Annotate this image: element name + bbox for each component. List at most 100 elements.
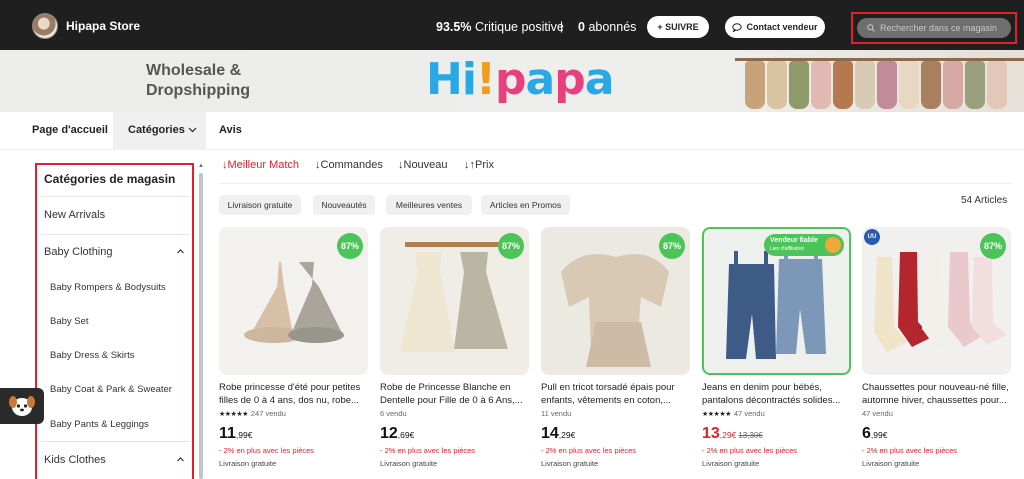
sidebar-item-baby-pants[interactable]: Baby Pants & Leggings bbox=[50, 419, 149, 430]
tab-home[interactable]: Page d'accueil bbox=[32, 124, 108, 136]
old-price: 13,30€ bbox=[738, 431, 763, 440]
banner-line-1: Wholesale & bbox=[146, 62, 242, 79]
product-title[interactable]: Robe princesse d'été pour petites filles… bbox=[219, 381, 368, 407]
sidebar-item-baby-clothing[interactable]: Baby Clothing bbox=[44, 246, 113, 258]
coin-promo: - 2% en plus avec les pièces bbox=[862, 446, 958, 455]
store-categories-sidebar: Catégories de magasin New Arrivals Baby … bbox=[35, 163, 194, 479]
filter-best-sellers[interactable]: Meilleures ventes bbox=[386, 195, 472, 215]
sold-count: 11 vendu bbox=[541, 409, 572, 418]
followers-count: 0 bbox=[578, 20, 585, 34]
rating-value: 93.5% bbox=[436, 20, 472, 34]
banner-line-2: Dropshipping bbox=[146, 82, 250, 99]
filter-promos[interactable]: Articles en Promos bbox=[481, 195, 570, 215]
product-card[interactable]: 87% Pull en tricot torsadé épais pour en… bbox=[541, 227, 690, 468]
sort-best-match[interactable]: ↓Meilleur Match bbox=[222, 159, 299, 171]
sort-orders[interactable]: ↓Commandes bbox=[315, 159, 383, 171]
follow-button[interactable]: + SUIVRE bbox=[647, 16, 709, 38]
product-price: 12,69€ bbox=[380, 425, 529, 443]
coin-promo: - 2% en plus avec les pièces bbox=[219, 446, 315, 455]
store-banner[interactable]: Wholesale & Dropshipping Hi!papa bbox=[0, 50, 1024, 112]
rating-stars: ★★★★★ bbox=[702, 410, 731, 418]
search-highlight bbox=[851, 12, 1017, 44]
sidebar-item-kids-clothes[interactable]: Kids Clothes bbox=[44, 454, 106, 466]
product-title[interactable]: Jeans en denim pour bébés, pantalons déc… bbox=[702, 381, 851, 407]
contact-seller-button[interactable]: Contact vendeur bbox=[725, 16, 825, 38]
price-dec: ,29€ bbox=[719, 430, 737, 440]
sidebar-item-baby-coat[interactable]: Baby Coat & Park & Sweater bbox=[50, 384, 172, 395]
price-dec: ,69€ bbox=[397, 430, 415, 440]
sidebar-item-baby-dress[interactable]: Baby Dress & Skirts bbox=[50, 350, 134, 361]
sidebar-scrollbar[interactable]: ▲ bbox=[198, 163, 204, 479]
banner-tagline: Wholesale & Dropshipping bbox=[146, 61, 250, 101]
scroll-thumb[interactable] bbox=[199, 173, 203, 479]
product-meta: 11 vendu bbox=[541, 408, 690, 419]
chevron-up-icon[interactable] bbox=[177, 249, 184, 254]
scroll-up-icon[interactable]: ▲ bbox=[198, 163, 204, 169]
product-price: 6,99€ bbox=[862, 425, 1011, 443]
coin-promo: - 2% en plus avec les pièces bbox=[702, 446, 798, 455]
brand-logo-uu: UU bbox=[864, 229, 880, 245]
discount-badge: 87% bbox=[659, 233, 685, 259]
product-meta: 6 vendu bbox=[380, 408, 529, 419]
trusted-seller-badge: Vendeur fiable Lien d'affiliation bbox=[764, 234, 844, 256]
followers-label: abonnés bbox=[588, 20, 637, 34]
chevron-up-icon[interactable] bbox=[177, 457, 184, 462]
sidebar-item-baby-set[interactable]: Baby Set bbox=[50, 316, 89, 327]
product-card[interactable]: UU 87% Chaussettes pour nouveau-né fille… bbox=[862, 227, 1011, 468]
sidebar-item-baby-rompers[interactable]: Baby Rompers & Bodysuits bbox=[50, 282, 166, 293]
product-image[interactable]: 87% bbox=[380, 227, 529, 375]
product-card[interactable]: 87% Robe princesse d'été pour petites fi… bbox=[219, 227, 368, 468]
top-bar: Hipapa Store 93.5% Critique positive | 0… bbox=[0, 0, 1024, 50]
chat-icon bbox=[732, 22, 743, 32]
product-card[interactable]: 87% Robe de Princesse Blanche en Dentell… bbox=[380, 227, 529, 468]
price-int: 13 bbox=[702, 425, 720, 442]
product-image[interactable]: 87% bbox=[219, 227, 368, 375]
seller-coin-icon bbox=[825, 237, 841, 253]
dog-assistant-icon[interactable] bbox=[0, 388, 44, 424]
search-icon bbox=[867, 24, 875, 32]
rating-stars: ★★★★★ bbox=[219, 410, 248, 418]
free-shipping: Livraison gratuite bbox=[862, 459, 920, 468]
price-int: 12 bbox=[380, 425, 398, 442]
store-name[interactable]: Hipapa Store bbox=[66, 19, 140, 33]
free-shipping: Livraison gratuite bbox=[541, 459, 599, 468]
price-int: 14 bbox=[541, 425, 559, 442]
product-title[interactable]: Pull en tricot torsadé épais pour enfant… bbox=[541, 381, 690, 407]
tab-categories[interactable]: Catégories bbox=[128, 124, 197, 136]
contact-seller-label: Contact vendeur bbox=[746, 22, 818, 32]
product-meta: ★★★★★ 247 vendu bbox=[219, 408, 368, 419]
product-card[interactable]: Vendeur fiable Lien d'affiliation Jeans … bbox=[702, 227, 851, 468]
sort-newest[interactable]: ↓Nouveau bbox=[398, 159, 448, 171]
discount-badge: 87% bbox=[337, 233, 363, 259]
product-image[interactable]: UU 87% bbox=[862, 227, 1011, 375]
sidebar-item-new-arrivals[interactable]: New Arrivals bbox=[44, 209, 105, 221]
followers: 0 abonnés bbox=[578, 20, 636, 34]
filter-free-shipping[interactable]: Livraison gratuite bbox=[219, 195, 301, 215]
product-price: 13,29€ 13,30€ bbox=[702, 425, 851, 443]
store-search[interactable] bbox=[857, 18, 1011, 38]
product-image[interactable]: 87% bbox=[541, 227, 690, 375]
sold-count: 47 vendu bbox=[733, 409, 765, 418]
sort-price[interactable]: ↓↑Prix bbox=[464, 159, 494, 171]
store-logo[interactable] bbox=[32, 13, 58, 39]
positive-rating: 93.5% Critique positive bbox=[436, 20, 564, 34]
store-nav: Page d'accueil Catégories Avis bbox=[0, 112, 1024, 150]
product-title[interactable]: Chaussettes pour nouveau-né fille, autom… bbox=[862, 381, 1011, 407]
sold-count: 6 vendu bbox=[380, 409, 407, 418]
coin-promo: - 2% en plus avec les pièces bbox=[541, 446, 637, 455]
article-count: 54 Articles bbox=[961, 195, 1008, 206]
product-title[interactable]: Robe de Princesse Blanche en Dentelle po… bbox=[380, 381, 529, 407]
badge-title: Vendeur fiable bbox=[770, 237, 818, 244]
search-input[interactable] bbox=[880, 23, 1000, 33]
product-price: 11,99€ bbox=[219, 425, 368, 443]
tab-reviews[interactable]: Avis bbox=[219, 124, 242, 136]
brand-logo: Hi!papa bbox=[426, 54, 614, 105]
free-shipping: Livraison gratuite bbox=[219, 459, 277, 468]
sold-count: 247 vendu bbox=[250, 409, 286, 418]
product-image[interactable]: Vendeur fiable Lien d'affiliation bbox=[702, 227, 851, 375]
product-price: 14,29€ bbox=[541, 425, 690, 443]
filter-new[interactable]: Nouveautés bbox=[313, 195, 375, 215]
sidebar-title: Catégories de magasin bbox=[44, 172, 176, 186]
rating-label: Critique positive bbox=[474, 20, 564, 34]
discount-badge: 87% bbox=[498, 233, 524, 259]
